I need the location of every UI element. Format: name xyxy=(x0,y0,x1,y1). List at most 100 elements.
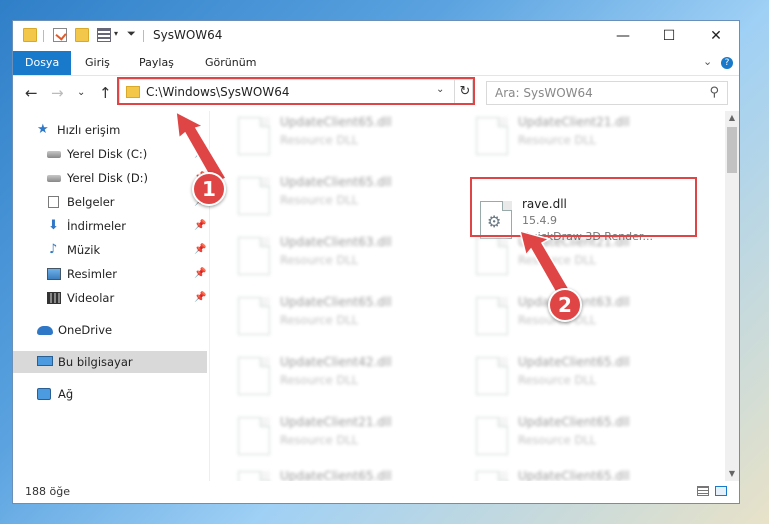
quick-access-dropdown-icon[interactable]: ▾ xyxy=(114,29,118,38)
file-name: UpdateClient65.dll xyxy=(518,355,630,369)
sidebar-item-pictures[interactable]: Resimler 📌 xyxy=(13,263,207,285)
customize-quick-access-icon[interactable]: ⏷ xyxy=(127,27,136,41)
list-item[interactable]: UpdateClient65.dll Resource DLL xyxy=(232,111,452,167)
dll-file-icon xyxy=(238,177,270,215)
sidebar-item-music[interactable]: ♪ Müzik 📌 xyxy=(13,239,207,261)
computer-icon xyxy=(37,356,53,366)
file-type: Resource DLL xyxy=(518,433,597,447)
list-item[interactable]: UpdateClient42.dll Resource DLL xyxy=(232,351,452,407)
new-folder-icon[interactable] xyxy=(75,28,89,42)
sidebar-item-local-disk-d[interactable]: Yerel Disk (D:) 📌 xyxy=(13,167,207,189)
list-item[interactable]: UpdateClient65.dll Resource DLL xyxy=(232,171,452,227)
vertical-scrollbar[interactable]: ▲ ▼ xyxy=(725,111,739,481)
documents-icon xyxy=(48,196,59,208)
dll-file-icon xyxy=(238,417,270,455)
sidebar-item-network[interactable]: Ağ xyxy=(13,383,207,405)
forward-icon[interactable]: → xyxy=(51,84,64,102)
explorer-window: ▾ ⏷ SysWOW64 — ☐ ✕ Dosya Giriş Paylaş Gö… xyxy=(12,20,740,504)
file-name: UpdateClient42.dll xyxy=(280,355,392,369)
sidebar-item-videos[interactable]: Videolar 📌 xyxy=(13,287,207,309)
tab-gorunum[interactable]: Görünüm xyxy=(193,51,268,75)
sidebar-item-label: OneDrive xyxy=(58,323,113,337)
file-type: Resource DLL xyxy=(518,133,597,147)
list-item[interactable]: UpdateClient65.dll Resource DLL xyxy=(470,465,690,481)
details-view-icon[interactable] xyxy=(697,486,709,496)
videos-icon xyxy=(47,292,61,304)
dll-file-icon xyxy=(476,297,508,335)
search-icon[interactable]: ⚲ xyxy=(709,85,719,100)
drive-icon xyxy=(47,151,61,158)
file-type: Resource DLL xyxy=(280,193,359,207)
file-list: UpdateClient65.dll Resource DLL UpdateCl… xyxy=(210,111,724,481)
minimize-button[interactable]: — xyxy=(600,21,646,51)
file-name: UpdateClient65.dll xyxy=(280,115,392,129)
star-icon: ★ xyxy=(37,122,49,137)
help-icon[interactable]: ? xyxy=(721,57,733,69)
list-item[interactable]: UpdateClient21.dll Resource DLL xyxy=(470,111,690,167)
search-placeholder[interactable]: Ara: SysWOW64 xyxy=(495,86,593,100)
downloads-icon: ⬇ xyxy=(48,218,59,233)
pin-icon[interactable]: 📌 xyxy=(194,287,206,309)
list-item[interactable]: UpdateClient65.dll Resource DLL xyxy=(232,291,452,347)
sidebar-item-label: Bu bilgisayar xyxy=(58,355,133,369)
file-name: UpdateClient65.dll xyxy=(518,469,630,481)
tab-paylas[interactable]: Paylaş xyxy=(127,51,186,75)
file-type: Resource DLL xyxy=(280,433,359,447)
toolbar-divider xyxy=(43,30,44,42)
properties-icon[interactable] xyxy=(53,28,67,42)
dll-file-icon xyxy=(476,471,508,481)
pin-icon[interactable]: 📌 xyxy=(194,215,206,237)
file-type: Resource DLL xyxy=(518,373,597,387)
list-item[interactable]: UpdateClient21.dll Resource DLL xyxy=(232,411,452,467)
sidebar-item-local-disk-c[interactable]: Yerel Disk (C:) 📌 xyxy=(13,143,207,165)
file-name: UpdateClient21.dll xyxy=(518,115,630,129)
list-item[interactable]: UpdateClient63.dll Resource DLL xyxy=(232,231,452,287)
file-highlight-box xyxy=(470,177,697,237)
list-item[interactable]: UpdateClient21.dll Resource DLL xyxy=(470,231,690,287)
step-badge-1: 1 xyxy=(192,172,226,206)
view-icon[interactable] xyxy=(97,28,111,42)
pictures-icon xyxy=(47,268,61,280)
pin-icon[interactable]: 📌 xyxy=(194,263,206,285)
large-icons-view-icon[interactable] xyxy=(715,486,727,496)
tab-giris[interactable]: Giriş xyxy=(73,51,122,75)
list-item[interactable]: UpdateClient65.dll Resource DLL xyxy=(232,465,452,481)
sidebar-item-documents[interactable]: Belgeler 📌 xyxy=(13,191,207,213)
pin-icon[interactable]: 📌 xyxy=(194,239,206,261)
dll-file-icon xyxy=(238,297,270,335)
file-type: Resource DLL xyxy=(280,133,359,147)
search-box[interactable]: Ara: SysWOW64 ⚲ xyxy=(486,81,728,105)
maximize-button[interactable]: ☐ xyxy=(646,21,692,51)
up-icon[interactable]: ↑ xyxy=(99,84,112,102)
sidebar-item-downloads[interactable]: ⬇ İndirmeler 📌 xyxy=(13,215,207,237)
file-name: UpdateClient21.dll xyxy=(518,235,630,249)
navigation-pane: ★ Hızlı erişim Yerel Disk (C:) 📌 Yerel D… xyxy=(13,111,210,481)
network-icon xyxy=(37,388,51,400)
scroll-thumb[interactable] xyxy=(727,127,737,173)
file-type: Resource DLL xyxy=(518,253,597,267)
sidebar-item-label: Belgeler xyxy=(67,195,115,209)
title-bar: ▾ ⏷ SysWOW64 — ☐ ✕ xyxy=(13,21,739,51)
scroll-down-icon[interactable]: ▼ xyxy=(725,467,739,481)
cloud-icon xyxy=(37,326,53,335)
item-count: 188 öğe xyxy=(25,485,70,498)
dll-file-icon xyxy=(238,357,270,395)
scroll-up-icon[interactable]: ▲ xyxy=(725,111,739,125)
drive-icon xyxy=(47,175,61,182)
sidebar-item-onedrive[interactable]: OneDrive xyxy=(13,319,207,341)
list-item[interactable]: UpdateClient65.dll Resource DLL xyxy=(470,411,690,467)
dll-file-icon xyxy=(476,417,508,455)
file-type: Resource DLL xyxy=(280,253,359,267)
music-icon: ♪ xyxy=(49,242,58,257)
list-item[interactable]: UpdateClient65.dll Resource DLL xyxy=(470,351,690,407)
recent-locations-icon[interactable]: ⌄ xyxy=(77,87,85,98)
back-icon[interactable]: ← xyxy=(25,84,38,102)
expand-ribbon-icon[interactable]: ⌄ xyxy=(703,55,712,68)
folder-icon xyxy=(23,28,37,42)
pin-icon[interactable]: 📌 xyxy=(194,143,206,165)
toolbar-divider xyxy=(143,30,144,42)
sidebar-item-this-pc[interactable]: Bu bilgisayar xyxy=(13,351,207,373)
tab-dosya[interactable]: Dosya xyxy=(13,51,72,75)
close-button[interactable]: ✕ xyxy=(693,21,739,51)
sidebar-item-quick-access[interactable]: ★ Hızlı erişim xyxy=(13,119,207,141)
